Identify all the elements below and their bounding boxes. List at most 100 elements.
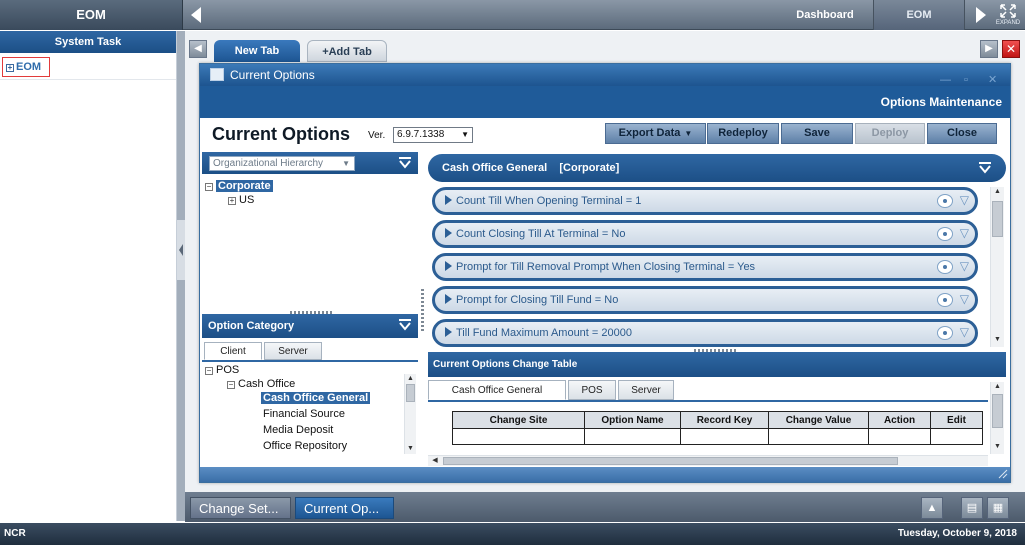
- tab-server[interactable]: Server: [264, 342, 322, 360]
- column-header[interactable]: Change Value: [768, 411, 869, 429]
- expand-plus-icon[interactable]: +: [6, 64, 14, 72]
- options-scrollbar[interactable]: ▲ ▼: [990, 187, 1004, 347]
- scroll-up-icon[interactable]: ▲: [405, 374, 416, 384]
- column-header[interactable]: Option Name: [584, 411, 681, 429]
- column-header[interactable]: Change Site: [452, 411, 585, 429]
- category-scrollbar[interactable]: ▲ ▼: [404, 374, 416, 454]
- resize-grip-icon[interactable]: [998, 469, 1008, 479]
- tree-node-corporate[interactable]: − Corporate: [205, 180, 273, 192]
- expand-triangle-icon[interactable]: [445, 294, 452, 304]
- tab-new-tab[interactable]: New Tab: [214, 40, 300, 62]
- option-row[interactable]: Prompt for Till Removal Prompt When Clos…: [432, 253, 978, 281]
- column-header[interactable]: Edit: [930, 411, 983, 429]
- option-row[interactable]: Prompt for Closing Till Fund = No ▽: [432, 286, 978, 314]
- expand-triangle-icon[interactable]: [445, 195, 452, 205]
- status-bar: NCR Tuesday, October 9, 2018: [0, 523, 1025, 545]
- scroll-up-icon[interactable]: ▲: [991, 187, 1004, 197]
- tab-scroll-right-button[interactable]: ▶: [980, 40, 998, 58]
- expand-triangle-icon[interactable]: [445, 228, 452, 238]
- collapse-handle[interactable]: [177, 220, 185, 280]
- window-stack-icon[interactable]: ▤: [961, 497, 983, 519]
- disc-icon[interactable]: [937, 194, 953, 208]
- disc-icon[interactable]: [937, 293, 953, 307]
- chevron-down-icon[interactable]: [398, 157, 412, 169]
- window-footer: [200, 467, 1010, 482]
- tree-node-pos[interactable]: − POS: [205, 364, 239, 376]
- option-row-label: Prompt for Till Removal Prompt When Clos…: [456, 261, 756, 273]
- scroll-thumb[interactable]: [992, 201, 1003, 237]
- grid-view-icon[interactable]: ▦: [987, 497, 1009, 519]
- export-data-button[interactable]: Export Data ▼: [605, 123, 706, 144]
- close-workspace-button[interactable]: ✕: [1002, 40, 1020, 58]
- table-cell: [680, 428, 769, 445]
- scroll-down-icon[interactable]: ▼: [991, 442, 1004, 452]
- chevron-down-icon[interactable]: ▽: [960, 292, 969, 306]
- chevron-down-icon[interactable]: ▽: [960, 325, 969, 339]
- scroll-thumb[interactable]: [443, 457, 898, 465]
- expand-triangle-icon[interactable]: [445, 261, 452, 271]
- tree-node-us[interactable]: + US: [228, 194, 254, 206]
- chevron-down-icon[interactable]: [398, 319, 412, 331]
- tab-pos[interactable]: POS: [568, 380, 616, 400]
- tree-node-label: POS: [216, 364, 240, 376]
- expand-button[interactable]: EXPAND: [993, 2, 1023, 28]
- tree-node-office-repository[interactable]: Office Repository: [263, 440, 347, 452]
- column-header[interactable]: Record Key: [680, 411, 769, 429]
- org-hierarchy-panel: Organizational Hierarchy ▼ − Corporate + U…: [202, 152, 418, 312]
- tab-client[interactable]: Client: [204, 342, 262, 360]
- disc-icon[interactable]: [937, 227, 953, 241]
- collapse-minus-icon[interactable]: −: [205, 183, 213, 191]
- chevron-down-icon[interactable]: [978, 162, 992, 174]
- change-table-hscrollbar[interactable]: ◀: [428, 455, 988, 466]
- collapse-minus-icon[interactable]: −: [205, 367, 213, 375]
- expand-triangle-icon[interactable]: [445, 327, 452, 337]
- dashboard-link[interactable]: Dashboard: [780, 0, 870, 30]
- forward-arrow-icon[interactable]: [972, 5, 990, 25]
- table-cell: [452, 428, 585, 445]
- system-task-item-eom[interactable]: + EOM: [2, 57, 50, 77]
- version-select[interactable]: 6.9.7.1338 ▼: [393, 127, 473, 143]
- close-button[interactable]: Close: [927, 123, 997, 144]
- scroll-up-icon[interactable]: ▲: [991, 382, 1004, 392]
- taskbar-current-options[interactable]: Current Op...: [295, 497, 394, 519]
- table-row: [452, 428, 983, 445]
- scroll-left-icon[interactable]: ◀: [430, 456, 440, 465]
- disc-icon[interactable]: [937, 260, 953, 274]
- add-tab-button[interactable]: +Add Tab: [307, 40, 387, 62]
- system-task-item-label: EOM: [16, 61, 42, 73]
- scroll-thumb[interactable]: [992, 394, 1003, 428]
- column-header[interactable]: Action: [868, 411, 931, 429]
- tab-cash-office-general[interactable]: Cash Office General: [428, 380, 566, 400]
- tab-scroll-left-button[interactable]: ◀: [189, 40, 207, 58]
- vertical-splitter[interactable]: [421, 289, 424, 331]
- chevron-down-icon[interactable]: ▽: [960, 193, 969, 207]
- tree-node-cash-office-general[interactable]: Cash Office General: [261, 392, 371, 404]
- disc-icon[interactable]: [937, 326, 953, 340]
- eom-link[interactable]: EOM: [873, 0, 965, 30]
- deploy-button[interactable]: Deploy: [855, 123, 925, 144]
- scroll-down-icon[interactable]: ▼: [991, 335, 1004, 345]
- back-arrow-icon[interactable]: [187, 5, 205, 25]
- redeploy-button[interactable]: Redeploy: [707, 123, 779, 144]
- tree-node-financial-source[interactable]: Financial Source: [263, 408, 345, 420]
- taskbar-change-set[interactable]: Change Set...: [190, 497, 291, 519]
- tree-node-cash-office[interactable]: − Cash Office: [227, 378, 295, 390]
- window-titlebar[interactable]: Current Options — ▫ ✕: [200, 64, 1010, 86]
- chevron-down-icon[interactable]: ▽: [960, 259, 969, 273]
- scroll-down-icon[interactable]: ▼: [405, 444, 416, 454]
- org-hierarchy-select[interactable]: Organizational Hierarchy ▼: [209, 156, 355, 171]
- option-row[interactable]: Till Fund Maximum Amount = 20000 ▽: [432, 319, 978, 347]
- chevron-down-icon[interactable]: ▽: [960, 226, 969, 240]
- option-row[interactable]: Count Till When Opening Terminal = 1 ▽: [432, 187, 978, 215]
- tree-node-media-deposit[interactable]: Media Deposit: [263, 424, 333, 436]
- change-table-scrollbar[interactable]: ▲ ▼: [990, 382, 1004, 454]
- collapse-minus-icon[interactable]: −: [227, 381, 235, 389]
- scroll-thumb[interactable]: [406, 384, 415, 402]
- taskbar-up-icon[interactable]: ▲: [921, 497, 943, 519]
- save-button[interactable]: Save: [781, 123, 853, 144]
- option-row-label: Count Closing Till At Terminal = No: [456, 228, 626, 240]
- expand-plus-icon[interactable]: +: [228, 197, 236, 205]
- collapse-arrow-icon: [179, 244, 183, 256]
- tab-server[interactable]: Server: [618, 380, 674, 400]
- option-row[interactable]: Count Closing Till At Terminal = No ▽: [432, 220, 978, 248]
